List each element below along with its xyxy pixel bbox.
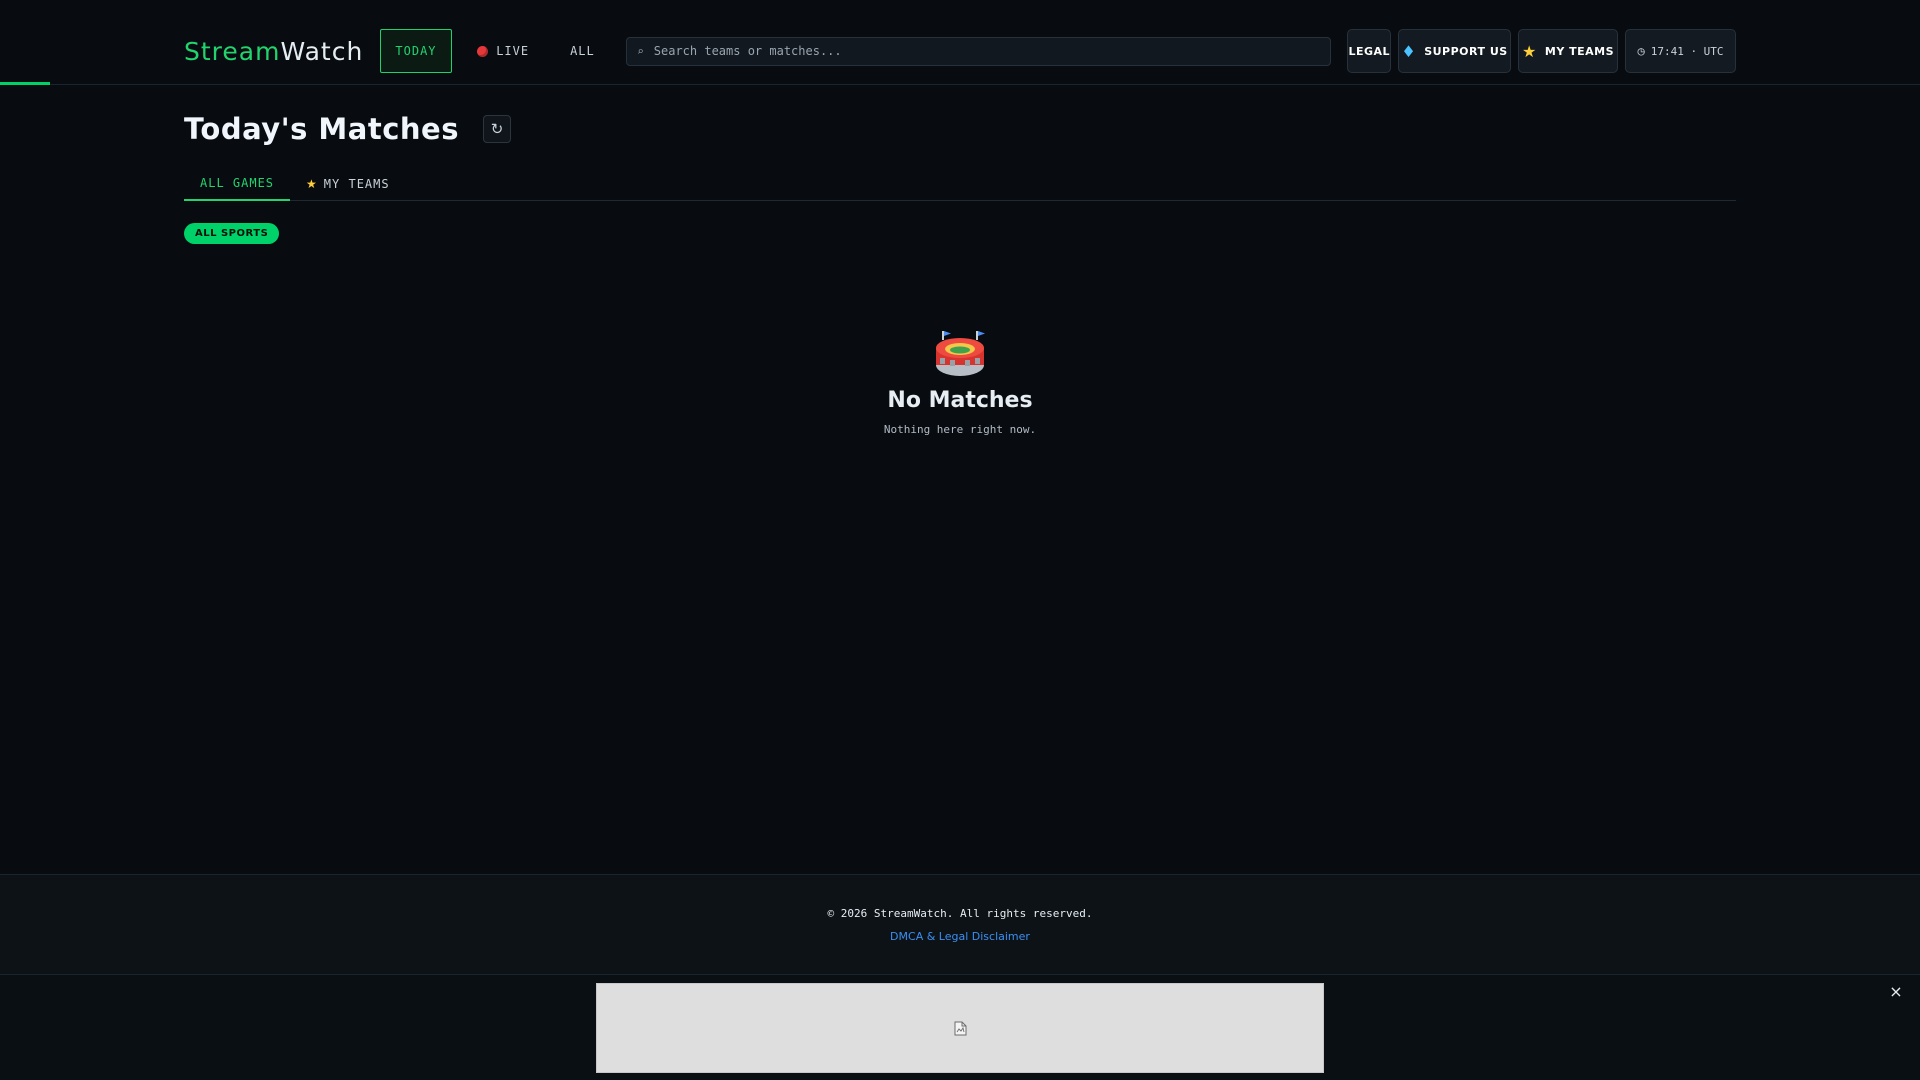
- tab-my-teams[interactable]: ★ MY TEAMS: [290, 167, 406, 201]
- search-icon: ⌕: [637, 44, 644, 58]
- dmca-link[interactable]: DMCA & Legal Disclaimer: [890, 930, 1030, 943]
- support-us-button[interactable]: ♦ SUPPORT US: [1398, 29, 1511, 73]
- site-logo[interactable]: StreamWatch: [184, 37, 363, 66]
- legal-button[interactable]: LEGAL: [1347, 29, 1392, 73]
- broken-image-icon: [954, 1021, 966, 1035]
- my-teams-header-label: MY TEAMS: [1544, 44, 1615, 58]
- logo-rest-text: Watch: [280, 36, 364, 66]
- empty-subtitle: Nothing here right now.: [883, 423, 1037, 436]
- gem-icon: ♦: [1401, 41, 1417, 61]
- refresh-button[interactable]: ↻: [483, 115, 511, 143]
- logo-accent-text: Stream: [184, 36, 281, 66]
- live-dot-icon: [477, 45, 489, 57]
- page-title-row: Today's Matches ↻: [184, 110, 511, 148]
- empty-title: No Matches: [887, 388, 1033, 413]
- search-box: ⌕: [626, 36, 1332, 66]
- ad-banner[interactable]: [596, 983, 1324, 1073]
- star-icon: ★: [1522, 41, 1537, 61]
- site-header: StreamWatch TODAY LIVE ALL ⌕ LEGAL ♦ SUP…: [0, 0, 1920, 85]
- tab-my-teams-label: MY TEAMS: [323, 177, 390, 191]
- refresh-icon: ↻: [490, 120, 504, 138]
- match-tabs: ALL GAMES ★ MY TEAMS: [184, 167, 1736, 201]
- sport-filter-all[interactable]: ALL SPORTS: [184, 223, 280, 244]
- footer-copyright: © 2026 StreamWatch. All rights reserved.: [827, 907, 1093, 920]
- site-footer: © 2026 StreamWatch. All rights reserved.…: [0, 874, 1920, 974]
- clock-display: ◷ 17:41 · UTC: [1625, 29, 1736, 73]
- nav-all-button[interactable]: ALL: [555, 29, 610, 73]
- search-input[interactable]: [653, 44, 1331, 58]
- page-title: Today's Matches: [184, 112, 459, 146]
- support-us-label: SUPPORT US: [1424, 44, 1508, 58]
- empty-state: No Matches Nothing here right now.: [760, 328, 1160, 436]
- header-bar: StreamWatch TODAY LIVE ALL ⌕ LEGAL ♦ SUP…: [184, 29, 1736, 73]
- star-icon: ★: [306, 177, 318, 191]
- my-teams-header-button[interactable]: ★ MY TEAMS: [1518, 29, 1619, 73]
- ad-bar: ×: [0, 974, 1920, 1080]
- ad-close-button[interactable]: ×: [1886, 981, 1906, 1001]
- stadium-icon: [936, 331, 985, 376]
- nav-live-label: LIVE: [496, 44, 530, 58]
- header-progress-bar: [0, 82, 50, 85]
- tab-all-games-label: ALL GAMES: [200, 176, 275, 190]
- clock-icon: ◷: [1637, 44, 1645, 58]
- clock-text: 17:41 · UTC: [1650, 44, 1724, 58]
- nav-live-button[interactable]: LIVE: [452, 29, 555, 73]
- nav-today-button[interactable]: TODAY: [380, 29, 452, 73]
- tab-all-games[interactable]: ALL GAMES: [184, 167, 291, 201]
